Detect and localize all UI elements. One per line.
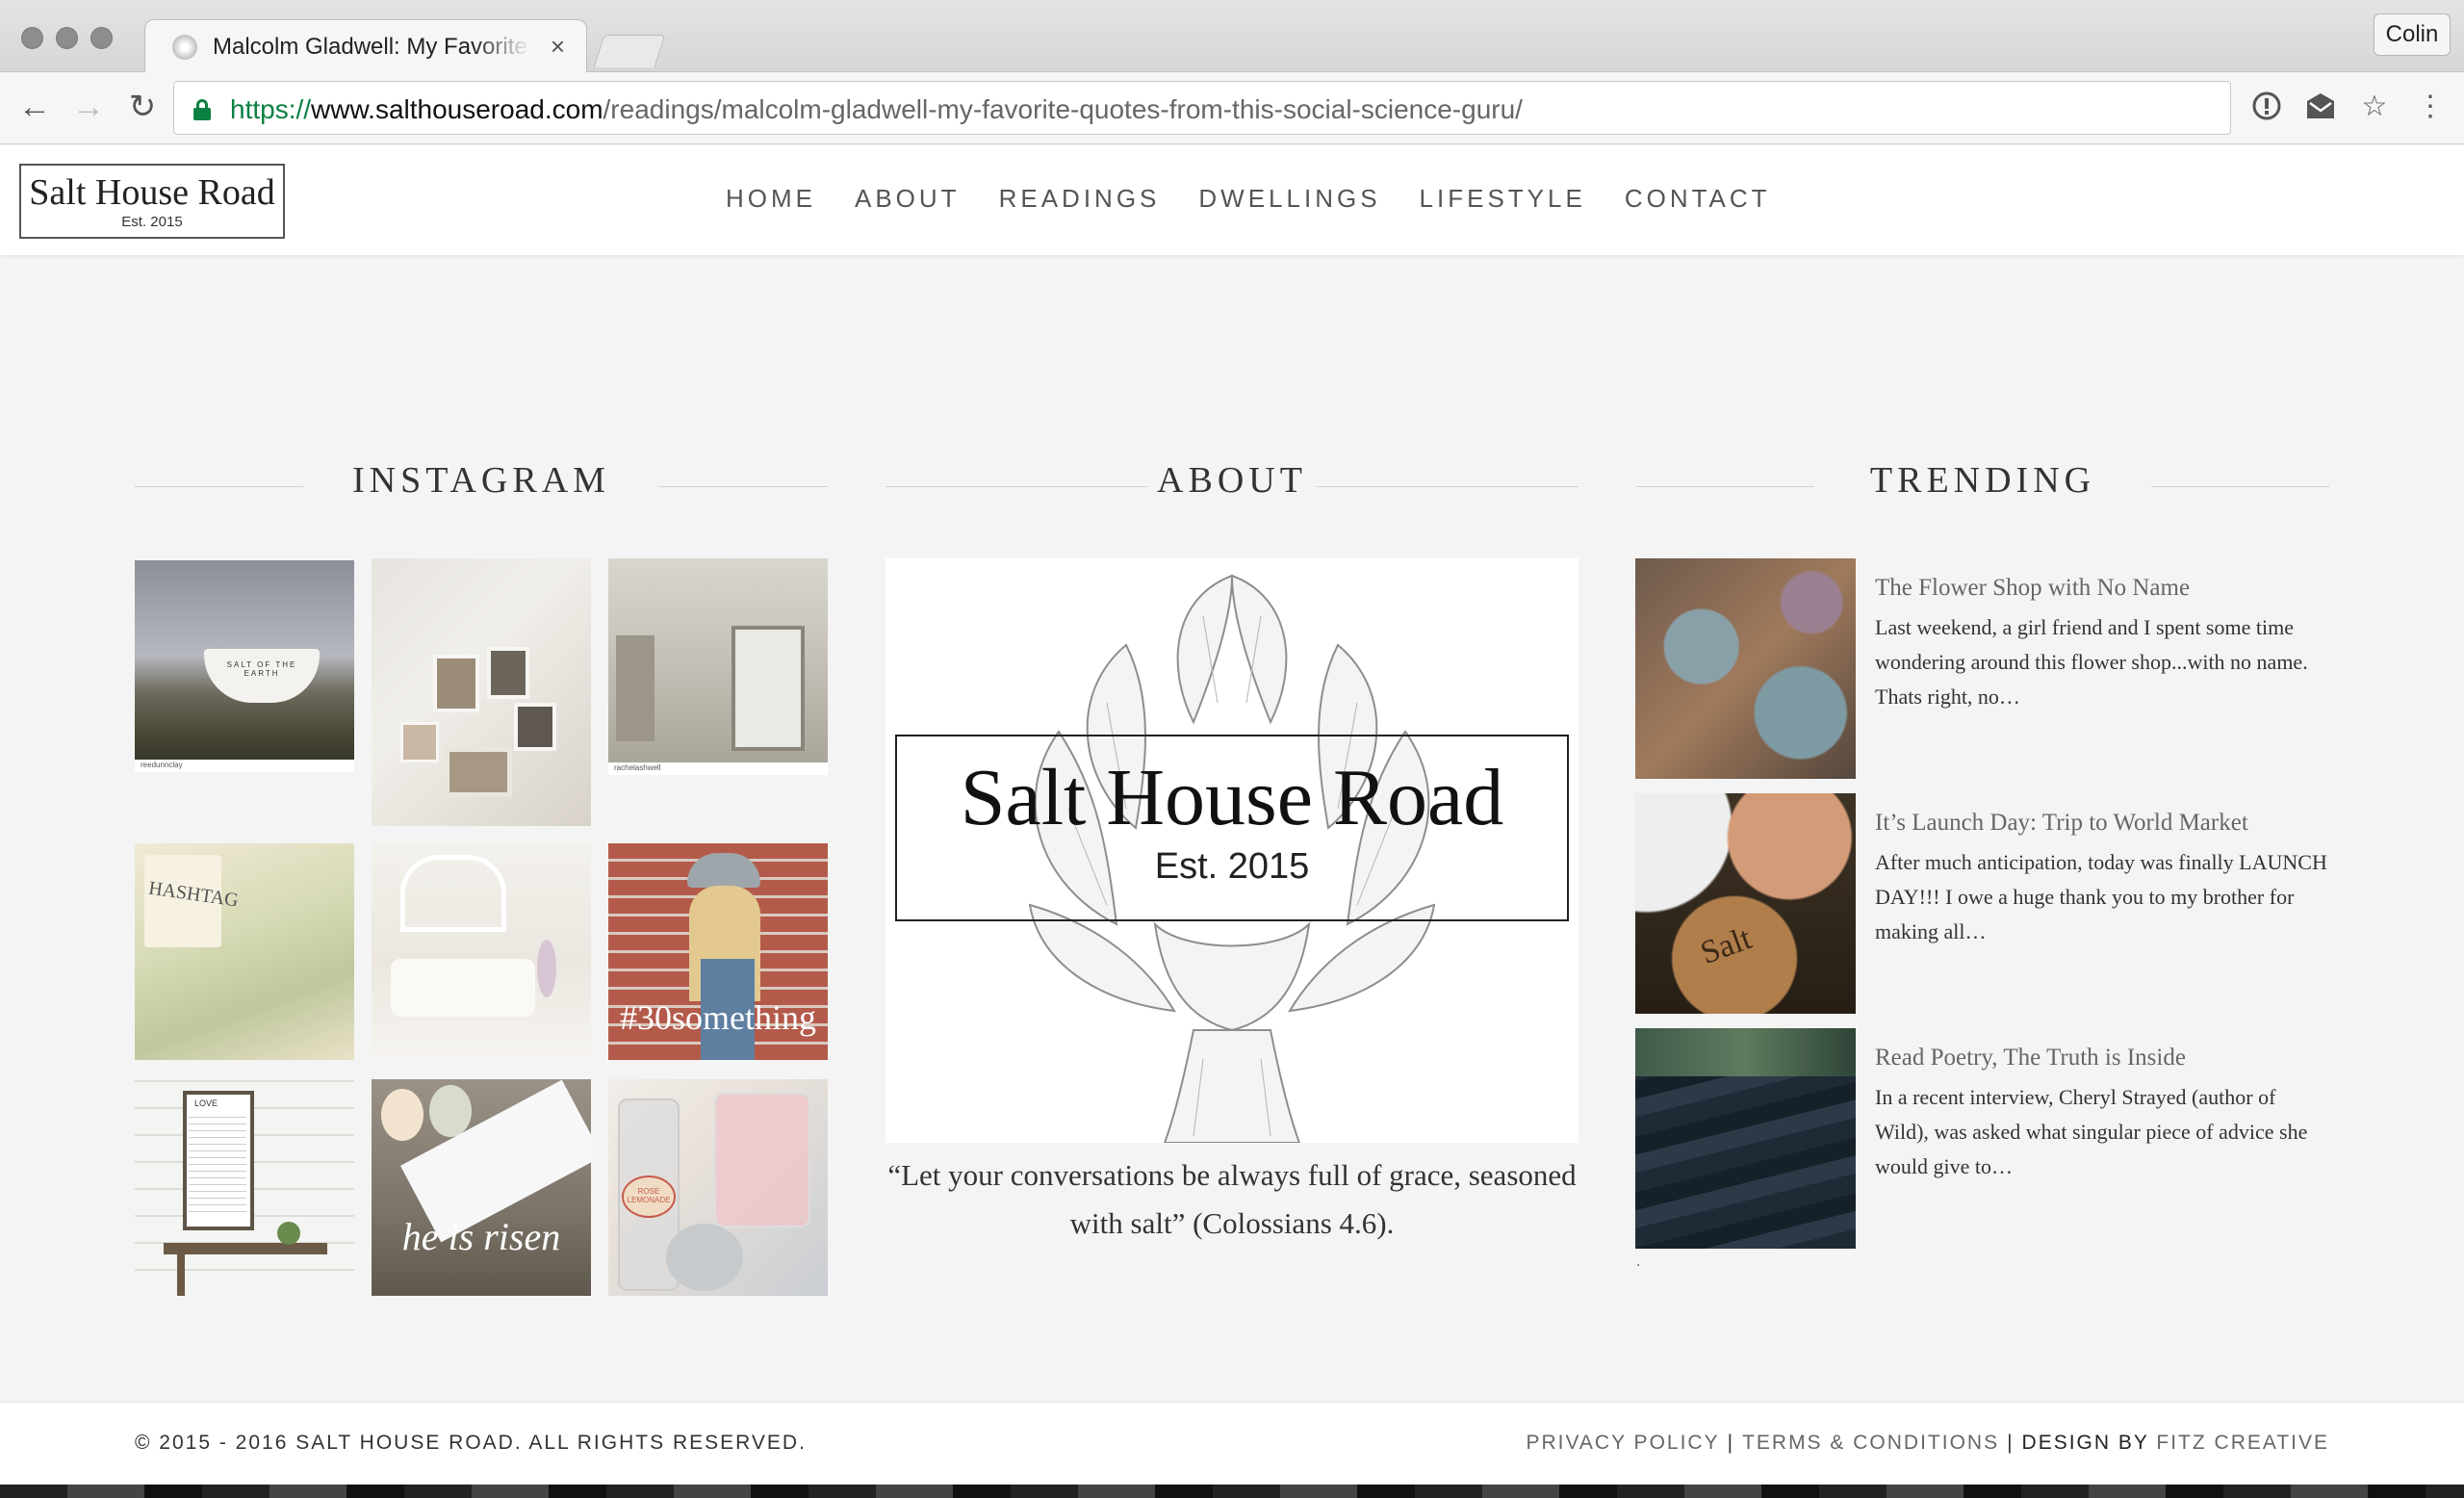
footer-links: PRIVACY POLICY | TERMS & CONDITIONS | DESIGN… bbox=[1526, 1432, 2329, 1455]
site-logo[interactable]: Salt House Road Est. 2015 bbox=[19, 164, 285, 239]
trending-post-3: Read Poetry, The Truth is Inside In a re… bbox=[1875, 1042, 2327, 1184]
instagram-heading-label: INSTAGRAM bbox=[352, 460, 610, 501]
instagram-tile-bedroom[interactable] bbox=[372, 843, 591, 1060]
instagram-tile-love-sign[interactable]: LOVE bbox=[135, 1079, 354, 1296]
trending-post-2: It’s Launch Day: Trip to World Market Af… bbox=[1875, 807, 2327, 949]
tab-close-icon[interactable]: × bbox=[551, 32, 565, 62]
browser-tab-active[interactable]: Malcolm Gladwell: My Favorite Quotes fro… bbox=[144, 19, 587, 73]
trending-thumb-poetry[interactable] bbox=[1635, 1028, 1856, 1249]
browser-toolbar: ← → ↻ https://www.salthouseroad.com/read… bbox=[0, 72, 2464, 144]
about-heading-label: ABOUT bbox=[1157, 460, 1307, 501]
trending-title-2[interactable]: It’s Launch Day: Trip to World Market bbox=[1875, 807, 2327, 839]
privacy-policy-link[interactable]: PRIVACY POLICY bbox=[1526, 1432, 1719, 1454]
profile-button[interactable]: Colin bbox=[2374, 13, 2451, 56]
menu-kebab-icon[interactable]: ⋮ bbox=[2413, 90, 2448, 124]
footer-edge-strip bbox=[0, 1485, 2464, 1498]
back-arrow-icon[interactable]: ← bbox=[15, 88, 54, 126]
close-window-icon[interactable] bbox=[21, 27, 43, 49]
mail-extension-icon[interactable] bbox=[2303, 90, 2338, 124]
new-tab-button[interactable] bbox=[593, 35, 666, 67]
about-artichoke-image: Salt House Road Est. 2015 bbox=[886, 558, 1578, 1143]
site-footer: © 2015 - 2016 SALT HOUSE ROAD. ALL RIGHT… bbox=[0, 1402, 2464, 1498]
zoom-window-icon[interactable] bbox=[90, 27, 113, 49]
instagram-tile-he-is-risen[interactable]: he is risen bbox=[372, 1079, 591, 1296]
trending-excerpt-1: Last weekend, a girl friend and I spent … bbox=[1875, 615, 2308, 709]
instagram-tile-rose-lemonade[interactable]: ROSE LEMONADE bbox=[608, 1079, 828, 1296]
about-logo-name: Salt House Road bbox=[960, 753, 1504, 842]
nav-lifestyle[interactable]: LIFESTYLE bbox=[1420, 184, 1586, 214]
trending-excerpt-2: After much anticipation, today was final… bbox=[1875, 850, 2327, 943]
main-nav: HOME ABOUT READINGS DWELLINGS LIFESTYLE … bbox=[726, 184, 1810, 214]
trending-title-1[interactable]: The Flower Shop with No Name bbox=[1875, 572, 2327, 605]
trending-thumb-world-market[interactable]: Salt bbox=[1635, 793, 1856, 1014]
instagram-tile-vintage-room[interactable]: rachelashwell bbox=[608, 558, 828, 775]
password-key-icon[interactable] bbox=[2249, 90, 2284, 124]
nav-readings[interactable]: READINGS bbox=[999, 184, 1161, 214]
lock-icon bbox=[193, 99, 211, 120]
about-logo-est: Est. 2015 bbox=[1154, 846, 1310, 887]
favicon-icon bbox=[172, 35, 197, 60]
footer-separator: | bbox=[2007, 1432, 2015, 1454]
trending-thumb-flower-shop[interactable] bbox=[1635, 558, 1856, 779]
nav-dwellings[interactable]: DWELLINGS bbox=[1198, 184, 1380, 214]
footer-separator: | bbox=[1727, 1432, 1735, 1454]
trending-trailing-dot: . bbox=[1636, 1253, 1641, 1270]
forward-arrow-icon[interactable]: → bbox=[69, 88, 108, 126]
logo-est: Est. 2015 bbox=[121, 214, 183, 230]
instagram-tile-hashtag-mug[interactable]: HASHTAG bbox=[135, 843, 354, 1060]
about-logo-box: Salt House Road Est. 2015 bbox=[895, 735, 1569, 921]
address-bar[interactable]: https://www.salthouseroad.com/readings/m… bbox=[173, 81, 2231, 135]
trending-heading: TRENDING bbox=[1636, 459, 2329, 507]
nav-home[interactable]: HOME bbox=[726, 184, 816, 214]
instagram-tile-salt-bowl[interactable]: SALT OF THE EARTH reedunnclay bbox=[135, 560, 354, 772]
terms-link[interactable]: TERMS & CONDITIONS bbox=[1742, 1432, 1999, 1454]
nav-contact[interactable]: CONTACT bbox=[1625, 184, 1771, 214]
trending-excerpt-3: In a recent interview, Cheryl Strayed (a… bbox=[1875, 1085, 2308, 1178]
trending-title-3[interactable]: Read Poetry, The Truth is Inside bbox=[1875, 1042, 2327, 1074]
designer-link[interactable]: FITZ CREATIVE bbox=[2156, 1432, 2329, 1454]
trending-heading-label: TRENDING bbox=[1869, 460, 2096, 501]
reload-icon[interactable]: ↻ bbox=[123, 88, 162, 126]
site-header: Salt House Road Est. 2015 HOME ABOUT REA… bbox=[0, 145, 2464, 255]
instagram-tile-photo-frames[interactable] bbox=[372, 558, 591, 826]
nav-about[interactable]: ABOUT bbox=[855, 184, 961, 214]
instagram-tile-30something[interactable]: #30something bbox=[608, 843, 828, 1060]
url-text[interactable]: https://www.salthouseroad.com/readings/m… bbox=[230, 94, 1523, 125]
trending-post-1: The Flower Shop with No Name Last weeken… bbox=[1875, 572, 2327, 714]
copyright-text: © 2015 - 2016 SALT HOUSE ROAD. ALL RIGHT… bbox=[135, 1432, 807, 1454]
logo-name: Salt House Road bbox=[29, 172, 275, 213]
about-quote: “Let your conversations be always full o… bbox=[887, 1158, 1577, 1240]
design-by-label: DESIGN BY bbox=[2021, 1432, 2149, 1454]
tab-title: Malcolm Gladwell: My Favorite Quotes fro… bbox=[213, 34, 530, 60]
instagram-heading: INSTAGRAM bbox=[135, 459, 828, 507]
about-heading: ABOUT bbox=[886, 459, 1578, 507]
bookmark-star-icon[interactable]: ☆ bbox=[2357, 90, 2392, 124]
minimize-window-icon[interactable] bbox=[56, 27, 78, 49]
browser-tab-strip: Malcolm Gladwell: My Favorite Quotes fro… bbox=[0, 0, 2464, 73]
